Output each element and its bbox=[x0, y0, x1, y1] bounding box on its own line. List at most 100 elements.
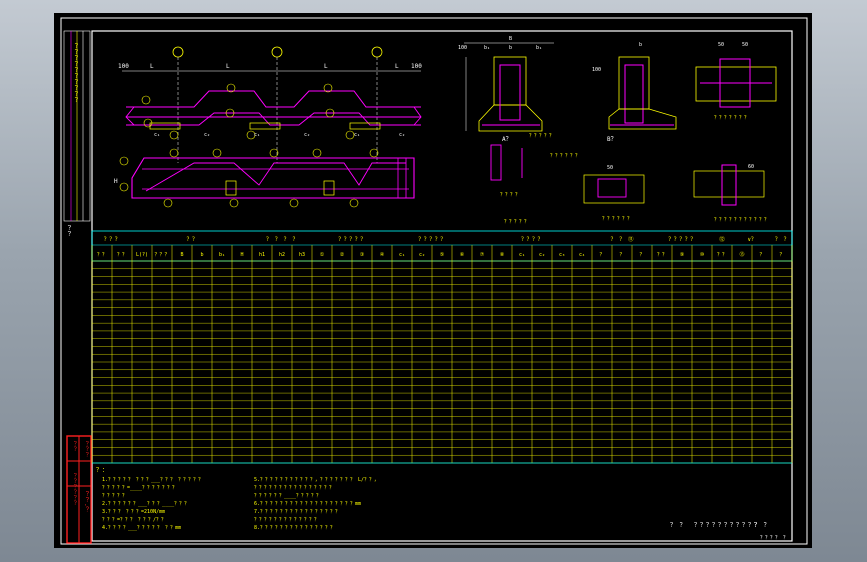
table-col-header: ？？？ bbox=[154, 252, 169, 258]
footer-right-mark: ？ ？ bbox=[754, 522, 770, 529]
table-col-header: c₁ bbox=[399, 252, 405, 258]
section-b-dim-50: 50 bbox=[607, 165, 613, 171]
table-col-header: ① bbox=[320, 252, 325, 258]
notes-right: 5.？？？？？？？？？？？，？？？？？？？ L/？？， ？？？？？？？？？？？？… bbox=[254, 477, 379, 531]
section-b-dim-b: b bbox=[639, 42, 642, 48]
table-col-header: ？ bbox=[759, 252, 764, 258]
elev-dim-l-1: L bbox=[150, 63, 154, 70]
title-block: ？？ ？？？ ？？？？？？ ？？-？ bbox=[66, 435, 92, 544]
left-strip: ？？？？？？？？？？ ？？ bbox=[64, 30, 91, 237]
title-block-label-2: ？？？ bbox=[82, 441, 88, 458]
section-a-dim-b: B bbox=[509, 36, 512, 42]
elev-c2-a: c₂ bbox=[204, 132, 210, 138]
table-group-header: ？？？？ bbox=[521, 236, 543, 243]
section-a-caption: ？？？？？ bbox=[529, 133, 554, 139]
table-col-header: L(?) bbox=[136, 252, 148, 258]
left-strip-label-mid: ？？ bbox=[64, 225, 71, 237]
table-group-header: ？？？？？ bbox=[418, 236, 446, 243]
table-col-header: c₁ bbox=[519, 252, 525, 258]
elev-c2-b: c₂ bbox=[304, 132, 310, 138]
note-line: 5.？？？？？？？？？？？，？？？？？？？ L/？？， bbox=[254, 477, 379, 483]
note-line: 2.？？？？？？___？？？____？？？ bbox=[102, 501, 189, 507]
table-col-header: c₂ bbox=[419, 252, 425, 258]
section-b-label: B？ bbox=[607, 136, 617, 143]
table-col-header: ？？ bbox=[717, 252, 727, 258]
table-col-header: ？？ bbox=[657, 252, 667, 258]
note-line: 1.？？？？？ ？？？___？？？ ？？？？？ bbox=[102, 477, 203, 483]
table-group-header: ∨？ bbox=[748, 236, 757, 243]
elev-dim-100-left: 100 bbox=[118, 63, 129, 70]
table-group-header: ⑫ bbox=[719, 235, 725, 243]
section-a-dim-100: 100 bbox=[458, 45, 467, 51]
notes-block: ？： 1.？？？？？ ？？？___？？？ ？？？？？ ？？？？？=____？？？… bbox=[92, 462, 792, 531]
inner-frame bbox=[91, 30, 793, 542]
table-col-header: b bbox=[200, 252, 203, 258]
beam-elevation: 100 L L L L 100 H c₁ c₂ c₁ c₂ c₁ c₂ bbox=[114, 46, 422, 208]
note-line: 8.？？？？？？？？？？？？？？？ bbox=[254, 525, 335, 531]
table-col-header: b₁ bbox=[219, 252, 225, 258]
elev-c1-c: c₁ bbox=[354, 132, 360, 138]
note-line: 3.？？？ ？？？=210N/mm bbox=[102, 509, 165, 515]
table-col-header: ② bbox=[340, 252, 345, 258]
table-col-header: ④ bbox=[380, 252, 385, 258]
note-line: ？？？？？=____？？？？？？？ bbox=[102, 485, 177, 491]
elev-dim-100-right: 100 bbox=[411, 63, 422, 70]
table-col-header: ？ bbox=[619, 252, 624, 258]
table-col-header: ③ bbox=[360, 252, 365, 258]
notes-left: 1.？？？？？ ？？？___？？？ ？？？？？ ？？？？？=____？？？？？？… bbox=[102, 477, 203, 531]
table-group-header: ？？？ bbox=[104, 236, 121, 243]
table-group-header: ？？？？？ bbox=[338, 236, 366, 243]
table-col-header: B bbox=[180, 252, 183, 258]
table-col-header: ⑨ bbox=[680, 252, 685, 258]
title-block-number: ？？-？ bbox=[82, 491, 89, 513]
left-strip-label-top: ？？？？？？？？？？ bbox=[71, 43, 78, 103]
section-a-dim-b1-l: b₁ bbox=[484, 45, 490, 51]
note-line: ？？？？？？____？？？？？ bbox=[254, 493, 321, 499]
table-group-header: ？ ？ ？ ？ bbox=[266, 236, 298, 243]
note-line: 4.？？？？___？？？？？ ？？mm bbox=[102, 525, 181, 531]
table-col-header: ⑧ bbox=[500, 252, 505, 258]
table-col-header: h1 bbox=[259, 252, 265, 258]
section-c-caption: ？？？？？？？ bbox=[714, 115, 749, 121]
section-a-dim-b1-r: b₁ bbox=[536, 45, 542, 51]
table-col-header: ？ bbox=[599, 252, 604, 258]
table-header-top: ？？？？？？ ？ ？ ？？？？？？？？？？？？？？？？ ？ ⑪？？？？？ ⑫ ∨？？… bbox=[104, 235, 789, 243]
elev-c1-b: c₁ bbox=[254, 132, 260, 138]
note-line: ？？？？？？？？？？？？？ bbox=[254, 517, 319, 523]
section-c-dim-2: 50 bbox=[742, 42, 748, 48]
table-header-cols: ？？？？ L(?)？？？ Bb b₁ Hh1 h2 h3 ① ② ③ ④ c₁ c₂ ⑤ ⑥ ⑦ ⑧ c₁ c₂ c₃… bbox=[97, 251, 785, 258]
section-b: 100 b B？ ？？？？？？ 50 ？？？？？？ bbox=[550, 42, 677, 222]
table-col-header: ？ bbox=[639, 252, 644, 258]
section-a-dim-bw: b bbox=[509, 45, 512, 51]
table-col-header: ⑥ bbox=[460, 252, 465, 258]
note-line: 6.？？？？？？？？？？？？？？？？？？？mm bbox=[254, 501, 361, 507]
table-col-header: ？？ bbox=[97, 252, 107, 258]
outer-frame bbox=[60, 17, 808, 545]
table-col-header: c₃ bbox=[559, 252, 565, 258]
note-line: 7.？？？？？？？？？？？？？？？？ bbox=[254, 509, 340, 515]
elev-dim-l-3: L bbox=[324, 63, 328, 70]
section-d-dim: 60 bbox=[748, 164, 754, 170]
table-col-header: ⑤ bbox=[440, 252, 445, 258]
note-line: ？？？=？？？ ？？？/？？ bbox=[102, 517, 166, 523]
table-col-header: h3 bbox=[299, 252, 305, 258]
elev-dim-l-4: L bbox=[395, 63, 399, 70]
table-col-header: ？？ bbox=[117, 252, 127, 258]
footer-title: ？？？？？？？？？？？ bbox=[694, 522, 760, 529]
title-block-label-1: ？？ bbox=[70, 441, 76, 452]
elev-c1-a: c₁ bbox=[154, 132, 160, 138]
drawing-canvas: ？？？？？？？？？？ ？？ ？？ ？？？ ？？？？？？ ？？-？ 100 L L… bbox=[60, 17, 808, 545]
elev-dim-l-2: L bbox=[226, 63, 230, 70]
table-grid bbox=[91, 245, 793, 464]
note-line: ？？？？？ bbox=[102, 493, 127, 499]
section-b-caption-2: ？？？？？？ bbox=[602, 216, 632, 222]
section-c-dim-1: 50 bbox=[718, 42, 724, 48]
cad-viewport[interactable]: ？？？？？？？？？？ ？？ ？？ ？？？ ？？？？？？ ？？-？ 100 L L… bbox=[0, 0, 867, 562]
table-col-header: ？ bbox=[779, 252, 784, 258]
table-group-header: ？ ？ ⑪ bbox=[610, 235, 634, 243]
footer-sheet-no: ？？？？ ？ bbox=[760, 535, 788, 541]
table-group-header: ？ ？ bbox=[775, 236, 789, 243]
footer-left-mark: ？ ？ bbox=[670, 522, 686, 529]
table-col-header: ⑦ bbox=[480, 252, 485, 258]
table-group-header: ？？？？？ bbox=[668, 236, 696, 243]
